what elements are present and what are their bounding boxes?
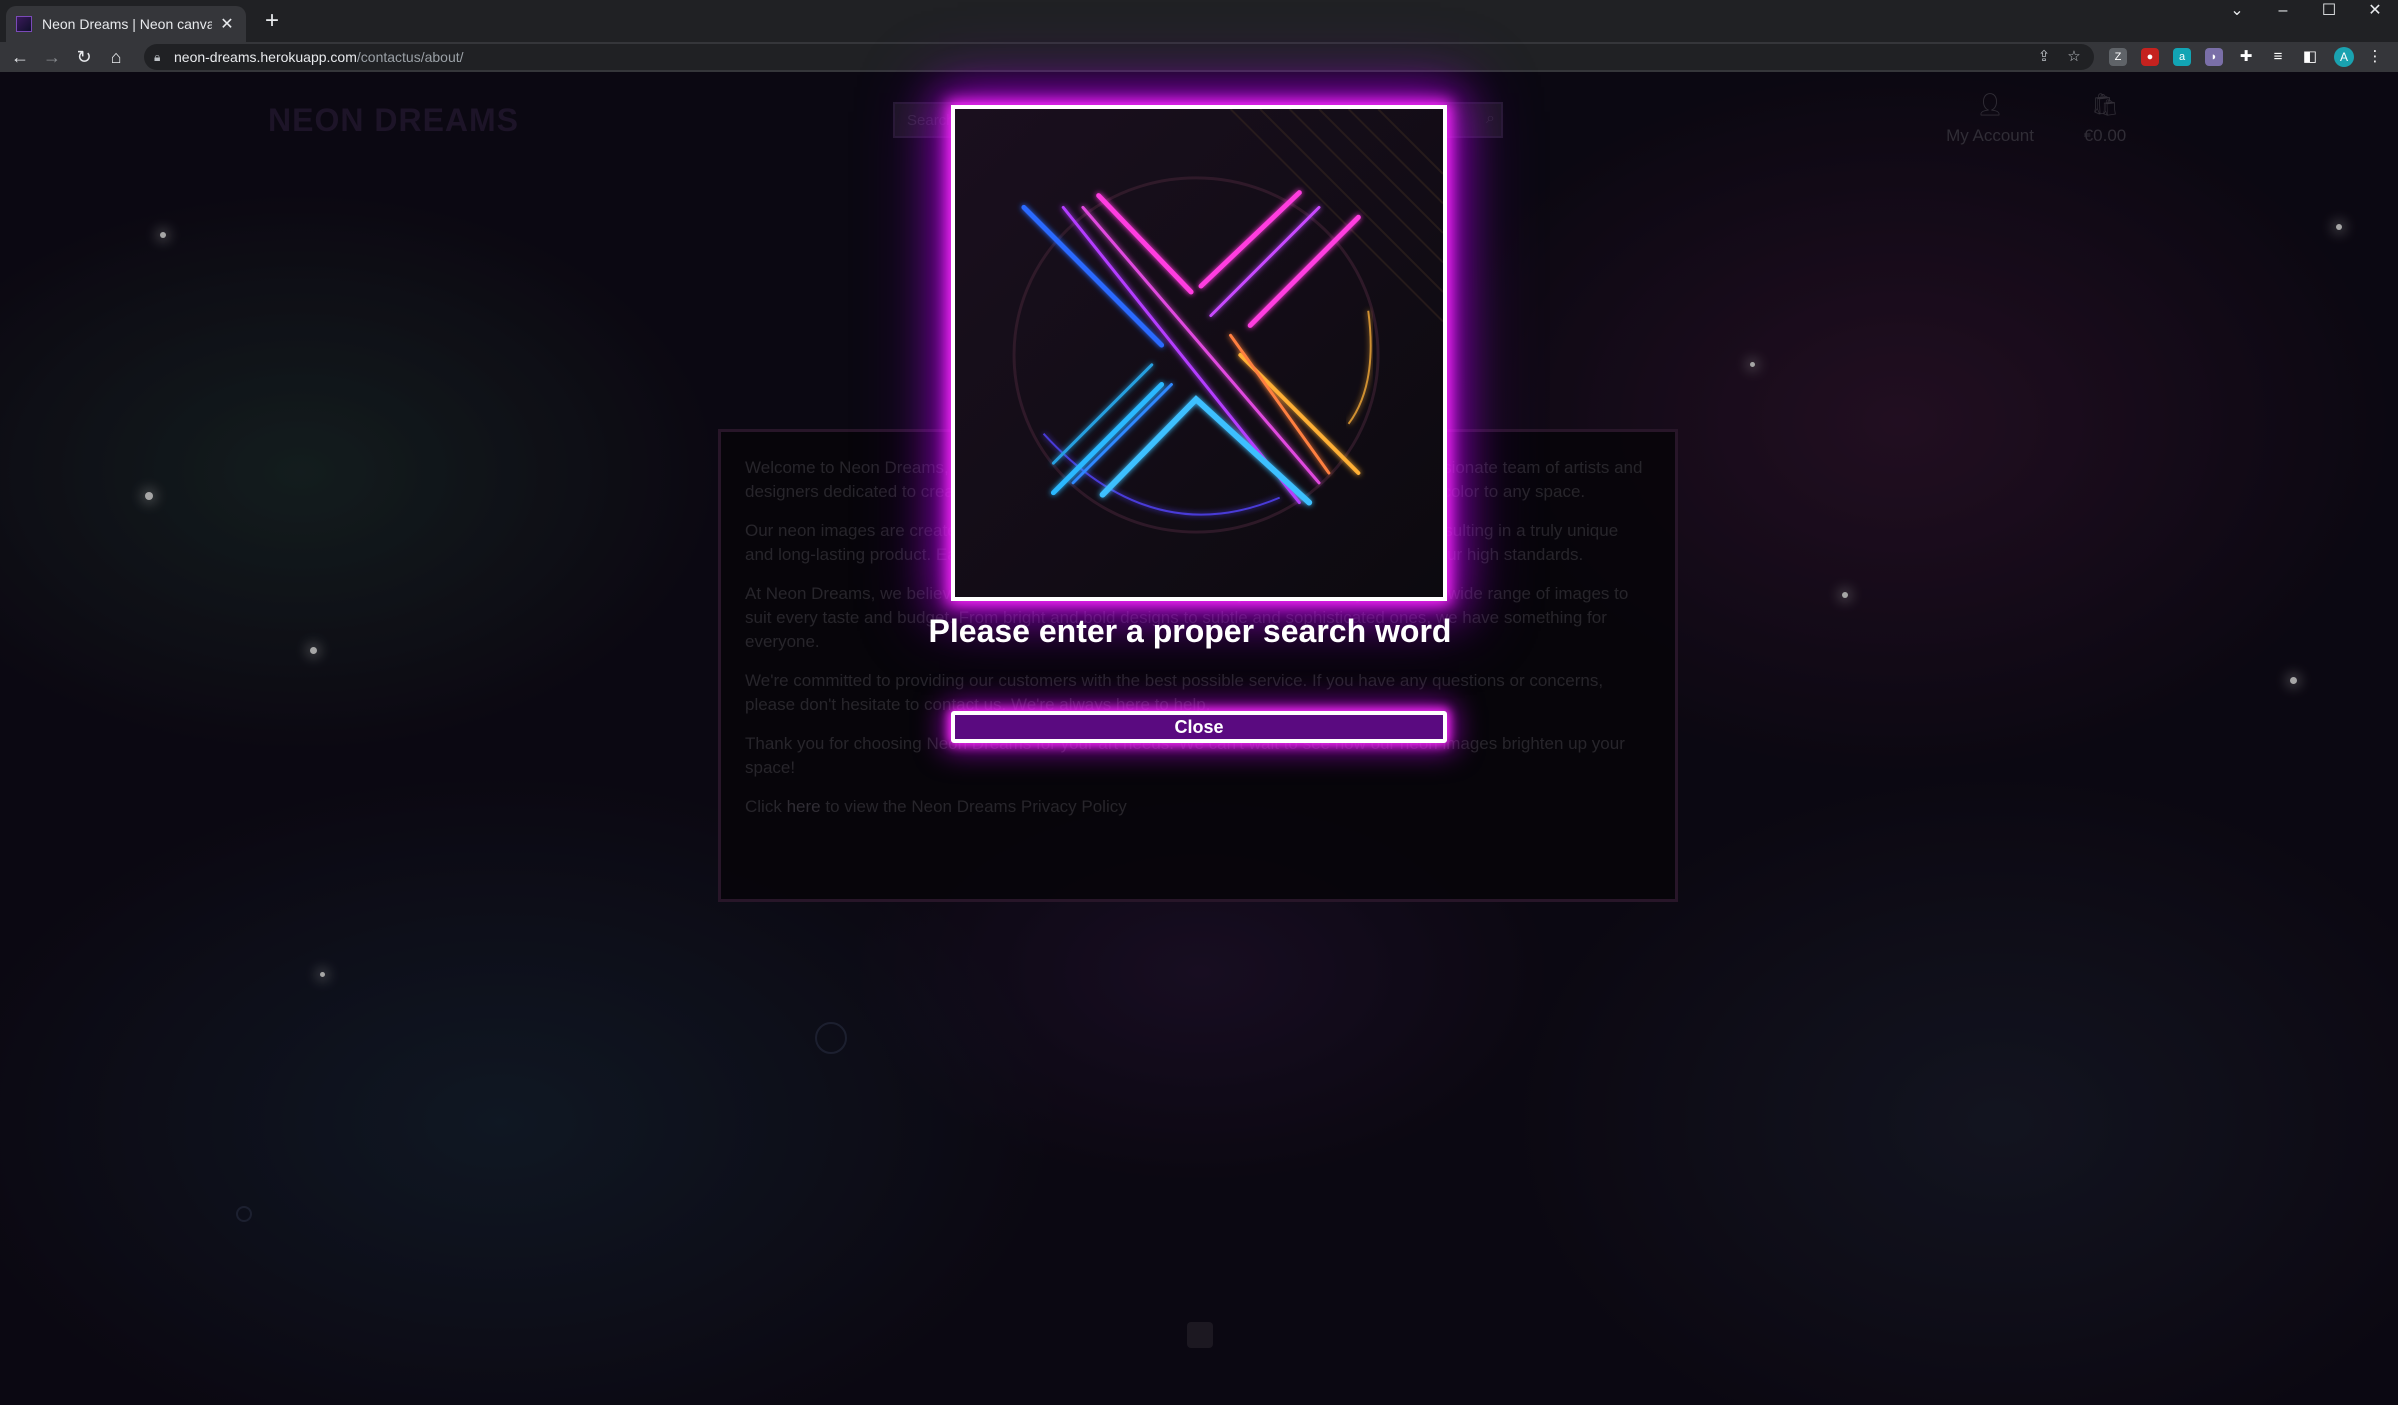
tab-title: Neon Dreams | Neon canvas pri <box>42 16 212 32</box>
maximize-button[interactable]: ☐ <box>2306 0 2352 24</box>
side-panel-icon[interactable]: ◧ <box>2301 48 2319 66</box>
extension-red-icon[interactable]: ● <box>2141 48 2159 66</box>
address-bar[interactable]: 🔒︎ neon-dreams.herokuapp.com/contactus/a… <box>144 44 2094 70</box>
forward-icon[interactable]: → <box>40 45 64 69</box>
profile-avatar[interactable]: A <box>2334 47 2354 67</box>
back-icon[interactable]: ← <box>8 45 32 69</box>
browser-tab[interactable]: Neon Dreams | Neon canvas pri ✕ <box>6 6 246 42</box>
url-host: neon-dreams.herokuapp.com <box>174 49 357 65</box>
site-favicon-icon <box>16 16 32 32</box>
media-queue-icon[interactable]: ≡ <box>2269 48 2287 66</box>
browser-menu-icon[interactable]: ⋮ <box>2366 48 2384 66</box>
bookmark-star-icon[interactable]: ☆ <box>2064 47 2084 67</box>
neon-x-icon <box>955 109 1443 597</box>
browser-tab-strip: Neon Dreams | Neon canvas pri ✕ + ⌄ – ☐ … <box>0 0 2398 42</box>
modal-error-image <box>951 105 1447 601</box>
home-icon[interactable]: ⌂ <box>104 45 128 69</box>
extension-z-icon[interactable]: Z <box>2109 48 2127 66</box>
reload-icon[interactable]: ↻ <box>72 45 96 69</box>
lock-icon: 🔒︎ <box>154 50 161 64</box>
new-tab-button[interactable]: + <box>258 8 286 36</box>
tab-search-icon[interactable]: ⌄ <box>2214 0 2260 24</box>
browser-toolbar: ← → ↻ ⌂ 🔒︎ neon-dreams.herokuapp.com/con… <box>0 42 2398 72</box>
tab-close-icon[interactable]: ✕ <box>218 14 236 34</box>
extension-teal-icon[interactable]: a <box>2173 48 2191 66</box>
minimize-button[interactable]: – <box>2260 0 2306 24</box>
url-path: /contactus/about/ <box>356 49 464 65</box>
extensions-puzzle-icon[interactable]: ✚ <box>2237 48 2255 66</box>
extension-ghost-icon[interactable]: ◗ <box>2205 48 2223 66</box>
close-window-button[interactable]: ✕ <box>2352 0 2398 24</box>
modal-message: Please enter a proper search word <box>928 613 1452 649</box>
modal-close-button[interactable]: Close <box>951 711 1447 743</box>
share-icon[interactable]: ⇪ <box>2034 47 2054 67</box>
